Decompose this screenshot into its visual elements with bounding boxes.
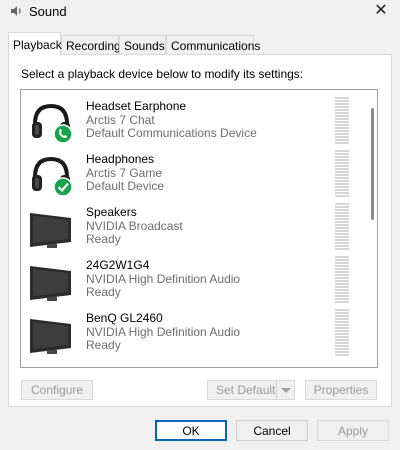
- device-driver: NVIDIA High Definition Audio: [86, 325, 241, 339]
- ok-button[interactable]: OK: [155, 420, 227, 441]
- title-bar: Sound ✕: [0, 0, 400, 22]
- device-item-24g2w1g4[interactable]: 24G2W1G4 NVIDIA High Definition Audio Re…: [21, 253, 361, 306]
- volume-meter: [335, 97, 349, 145]
- configure-button[interactable]: Configure: [21, 380, 93, 400]
- volume-meter: [335, 256, 349, 304]
- monitor-icon: [30, 319, 71, 354]
- tab-sounds[interactable]: Sounds: [119, 35, 166, 55]
- device-name: Speakers: [86, 205, 137, 219]
- device-status: Default Communications Device: [86, 126, 257, 140]
- phone-badge-icon: [53, 124, 73, 144]
- tab-communications[interactable]: Communications: [166, 35, 260, 55]
- device-item-headphones[interactable]: Headphones Arctis 7 Game Default Device: [21, 147, 361, 200]
- speaker-icon: [11, 6, 21, 16]
- playback-panel: Select a playback device below to modify…: [8, 54, 392, 407]
- device-status: Ready: [86, 285, 121, 299]
- device-item-benq-gl2460[interactable]: BenQ GL2460 NVIDIA High Definition Audio…: [21, 306, 361, 359]
- device-item-headset-earphone[interactable]: Headset Earphone Arctis 7 Chat Default C…: [21, 94, 361, 147]
- device-name: BenQ GL2460: [86, 311, 163, 325]
- list-scrollbar[interactable]: [371, 108, 374, 220]
- monitor-icon: [30, 213, 71, 248]
- volume-meter: [335, 309, 349, 357]
- chevron-down-icon[interactable]: [276, 381, 294, 399]
- device-status: Ready: [86, 232, 121, 246]
- set-default-button[interactable]: Set Default: [207, 380, 295, 400]
- headset-icon: [32, 156, 73, 197]
- device-driver: NVIDIA Broadcast: [86, 219, 183, 233]
- device-name: Headphones: [86, 152, 155, 166]
- device-name: Headset Earphone: [86, 99, 187, 113]
- tab-recording[interactable]: Recording: [61, 35, 121, 55]
- device-driver: Arctis 7 Game: [86, 166, 163, 180]
- properties-button[interactable]: Properties: [305, 380, 377, 400]
- set-default-label: Set Default: [216, 383, 276, 397]
- window-title: Sound: [29, 4, 67, 19]
- device-driver: Arctis 7 Chat: [86, 113, 155, 127]
- monitor-icon: [30, 266, 71, 301]
- checkmark-badge-icon: [53, 177, 73, 197]
- instruction-text: Select a playback device below to modify…: [21, 67, 304, 81]
- device-status: Default Device: [86, 179, 165, 193]
- device-list[interactable]: Headset Earphone Arctis 7 Chat Default C…: [20, 89, 378, 368]
- device-item-speakers[interactable]: Speakers NVIDIA Broadcast Ready: [21, 200, 361, 253]
- headset-icon: [32, 103, 73, 144]
- tab-playback[interactable]: Playback: [8, 32, 62, 56]
- device-driver: NVIDIA High Definition Audio: [86, 272, 241, 286]
- apply-button[interactable]: Apply: [317, 420, 389, 441]
- cancel-button[interactable]: Cancel: [236, 420, 308, 441]
- volume-meter: [335, 150, 349, 198]
- close-button[interactable]: ✕: [372, 2, 390, 20]
- volume-meter: [335, 203, 349, 251]
- device-name: 24G2W1G4: [86, 258, 150, 272]
- device-status: Ready: [86, 338, 121, 352]
